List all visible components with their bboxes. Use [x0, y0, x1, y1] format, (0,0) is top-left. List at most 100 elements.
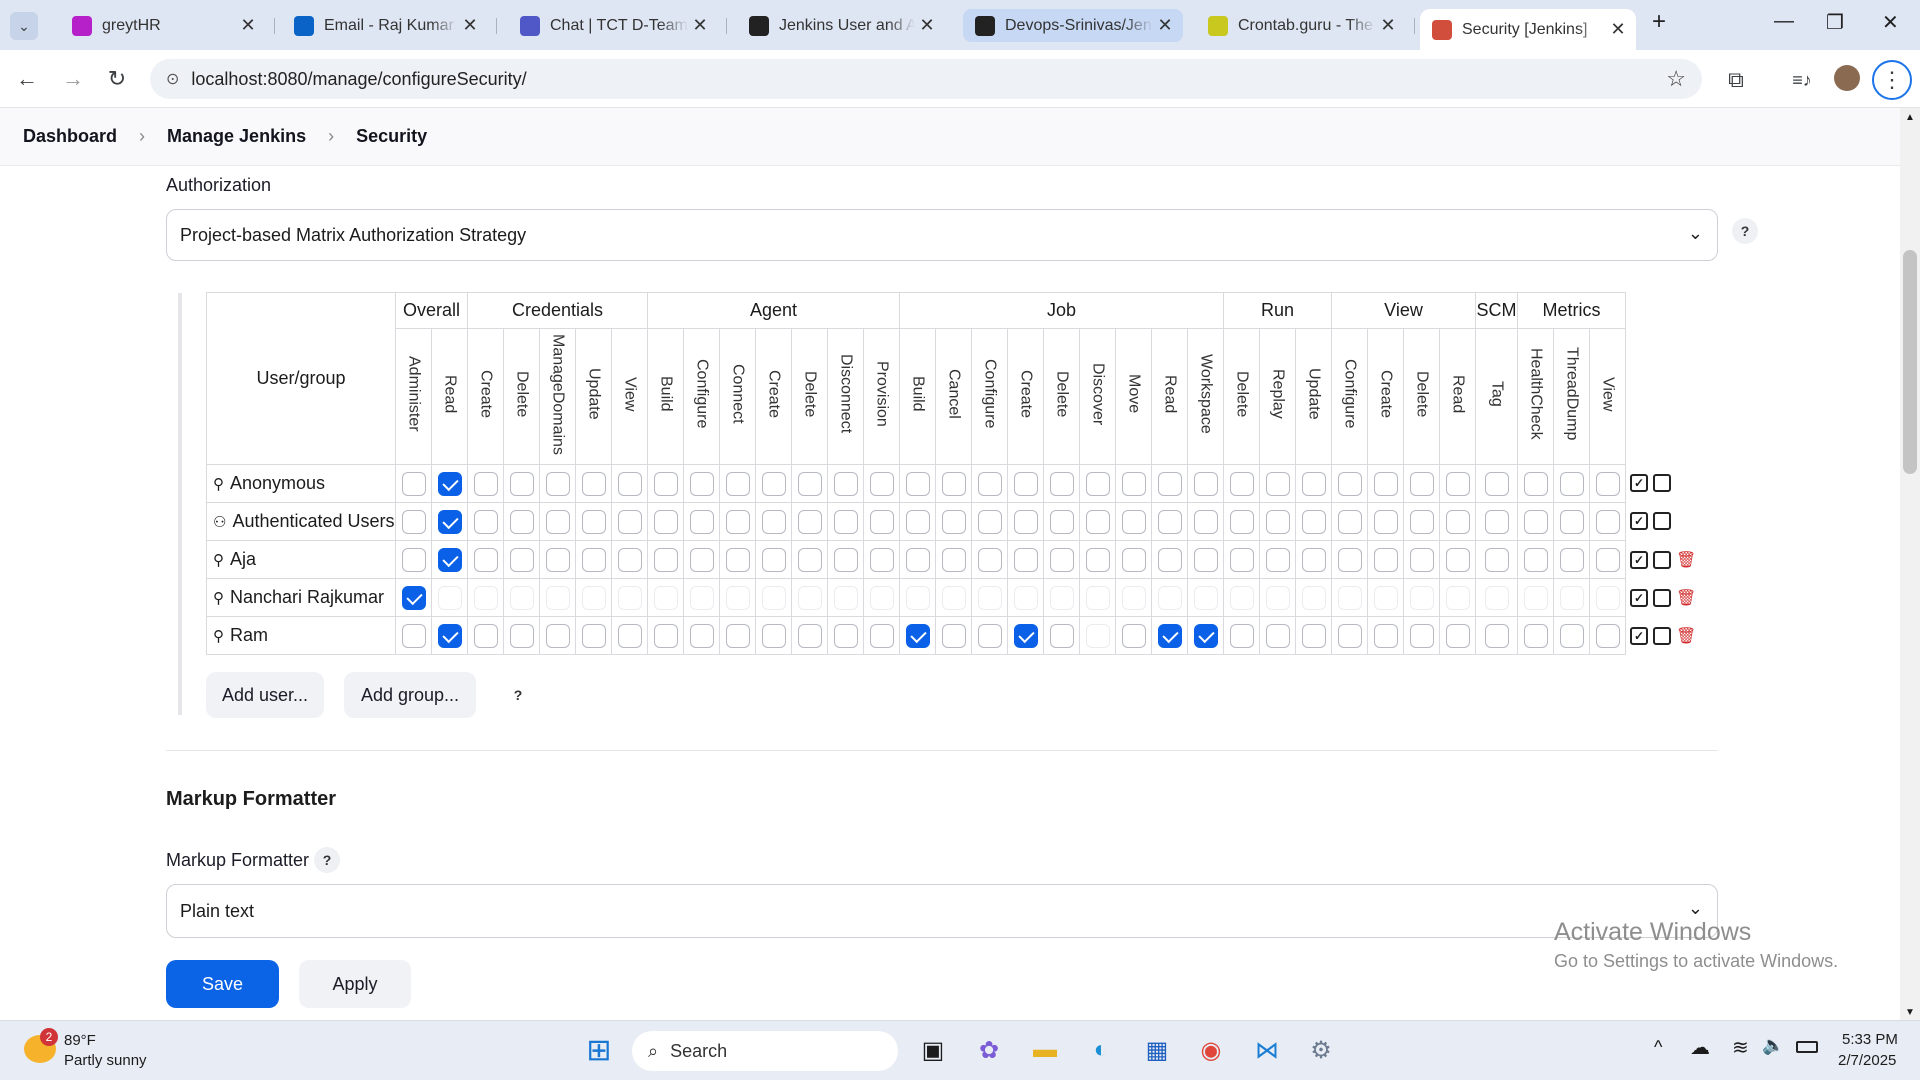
permission-checkbox[interactable] — [545, 623, 570, 648]
permission-checkbox[interactable] — [1559, 509, 1584, 534]
permission-checkbox[interactable] — [1559, 585, 1584, 610]
permission-checkbox[interactable] — [1229, 547, 1254, 572]
permission-checkbox[interactable] — [653, 471, 678, 496]
scrollbar-thumb[interactable] — [1903, 250, 1917, 474]
permission-checkbox[interactable] — [1049, 585, 1074, 610]
permission-checkbox[interactable] — [1193, 623, 1218, 648]
close-tab-icon[interactable]: ✕ — [236, 15, 260, 36]
permission-checkbox[interactable] — [1409, 509, 1434, 534]
permission-checkbox[interactable] — [473, 623, 498, 648]
select-all-icon[interactable]: ✓ — [1630, 473, 1648, 492]
browser-tab[interactable]: Email - Raj Kumar Na✕ — [282, 9, 488, 42]
permission-checkbox[interactable] — [1337, 585, 1362, 610]
permission-checkbox[interactable] — [761, 623, 786, 648]
permission-checkbox[interactable] — [437, 623, 462, 648]
permission-checkbox[interactable] — [1229, 623, 1254, 648]
permission-checkbox[interactable] — [1523, 471, 1548, 496]
permission-checkbox[interactable] — [509, 547, 534, 572]
permission-checkbox[interactable] — [1595, 585, 1620, 610]
permission-checkbox[interactable] — [437, 471, 462, 496]
permission-checkbox[interactable] — [653, 509, 678, 534]
permission-checkbox[interactable] — [725, 623, 750, 648]
permission-checkbox[interactable] — [437, 547, 462, 572]
permission-checkbox[interactable] — [1484, 471, 1509, 496]
permission-checkbox[interactable] — [581, 585, 606, 610]
permission-checkbox[interactable] — [1484, 547, 1509, 572]
permission-checkbox[interactable] — [473, 509, 498, 534]
clock-date[interactable]: 2/7/2025 — [1838, 1052, 1896, 1069]
permission-checkbox[interactable] — [1013, 471, 1038, 496]
permission-checkbox[interactable] — [1229, 471, 1254, 496]
close-tab-icon[interactable]: ✕ — [1376, 15, 1400, 36]
permission-checkbox[interactable] — [1595, 547, 1620, 572]
permission-checkbox[interactable] — [1484, 623, 1509, 648]
permission-checkbox[interactable] — [977, 623, 1002, 648]
permission-checkbox[interactable] — [1595, 509, 1620, 534]
minimize-icon[interactable]: — — [1774, 10, 1794, 33]
permission-checkbox[interactable] — [941, 547, 966, 572]
browser-tab[interactable]: Jenkins User and Adr✕ — [737, 9, 945, 42]
site-info-icon[interactable]: ⊙ — [166, 69, 179, 89]
permission-checkbox[interactable] — [1337, 623, 1362, 648]
permission-checkbox[interactable] — [1157, 623, 1182, 648]
permission-checkbox[interactable] — [1595, 623, 1620, 648]
permission-checkbox[interactable] — [1409, 585, 1434, 610]
permission-checkbox[interactable] — [1121, 471, 1146, 496]
permission-checkbox[interactable] — [869, 585, 894, 610]
markup-formatter-select[interactable]: Plain text ⌄ — [166, 884, 1718, 938]
task-view-icon[interactable]: ▣ — [912, 1029, 954, 1071]
permission-checkbox[interactable] — [581, 509, 606, 534]
permission-checkbox[interactable] — [473, 585, 498, 610]
permission-checkbox[interactable] — [1301, 471, 1326, 496]
forward-icon[interactable]: → — [60, 66, 86, 92]
permission-checkbox[interactable] — [1121, 509, 1146, 534]
permission-checkbox[interactable] — [509, 471, 534, 496]
browser-tab[interactable]: Devops-Srinivas/Jenl ✕ — [963, 9, 1183, 42]
permission-checkbox[interactable] — [1523, 509, 1548, 534]
permission-checkbox[interactable] — [1409, 623, 1434, 648]
permission-checkbox[interactable] — [905, 509, 930, 534]
permission-checkbox[interactable] — [1265, 547, 1290, 572]
permission-checkbox[interactable] — [1193, 471, 1218, 496]
unselect-all-icon[interactable] — [1653, 626, 1671, 645]
matrix-help-icon[interactable]: ? — [505, 682, 531, 708]
wifi-icon[interactable]: ≋ — [1732, 1035, 1749, 1060]
permission-checkbox[interactable] — [1193, 509, 1218, 534]
delete-row-icon[interactable]: 🗑 — [1676, 626, 1696, 646]
permission-checkbox[interactable] — [833, 585, 858, 610]
permission-checkbox[interactable] — [1373, 471, 1398, 496]
permission-checkbox[interactable] — [869, 471, 894, 496]
permission-checkbox[interactable] — [581, 471, 606, 496]
permission-checkbox[interactable] — [653, 585, 678, 610]
permission-checkbox[interactable] — [1013, 623, 1038, 648]
clock-time[interactable]: 5:33 PM — [1842, 1031, 1898, 1048]
permission-checkbox[interactable] — [1085, 585, 1110, 610]
permission-checkbox[interactable] — [1049, 547, 1074, 572]
permission-checkbox[interactable] — [725, 585, 750, 610]
permission-checkbox[interactable] — [1193, 585, 1218, 610]
weather-temp[interactable]: 89°F — [64, 1032, 96, 1049]
permission-checkbox[interactable] — [1559, 623, 1584, 648]
permission-checkbox[interactable] — [1265, 585, 1290, 610]
permission-checkbox[interactable] — [761, 509, 786, 534]
permission-checkbox[interactable] — [1229, 585, 1254, 610]
permission-checkbox[interactable] — [473, 547, 498, 572]
permission-checkbox[interactable] — [689, 471, 714, 496]
permission-checkbox[interactable] — [509, 585, 534, 610]
permission-checkbox[interactable] — [1193, 547, 1218, 572]
permission-checkbox[interactable] — [1445, 585, 1470, 610]
permission-checkbox[interactable] — [1157, 547, 1182, 572]
bookmark-star-icon[interactable]: ☆ — [1666, 66, 1686, 92]
permission-checkbox[interactable] — [797, 585, 822, 610]
apply-button[interactable]: Apply — [299, 960, 411, 1008]
media-control-icon[interactable]: ≡♪ — [1788, 66, 1816, 94]
permission-checkbox[interactable] — [581, 547, 606, 572]
select-all-icon[interactable]: ✓ — [1630, 626, 1648, 645]
permission-checkbox[interactable] — [509, 623, 534, 648]
browser-menu-icon[interactable]: ⋮ — [1872, 60, 1912, 100]
permission-checkbox[interactable] — [1085, 623, 1110, 648]
tab-search-icon[interactable]: ⌄ — [10, 12, 38, 40]
permission-checkbox[interactable] — [545, 547, 570, 572]
permission-checkbox[interactable] — [1337, 471, 1362, 496]
permission-checkbox[interactable] — [1301, 623, 1326, 648]
